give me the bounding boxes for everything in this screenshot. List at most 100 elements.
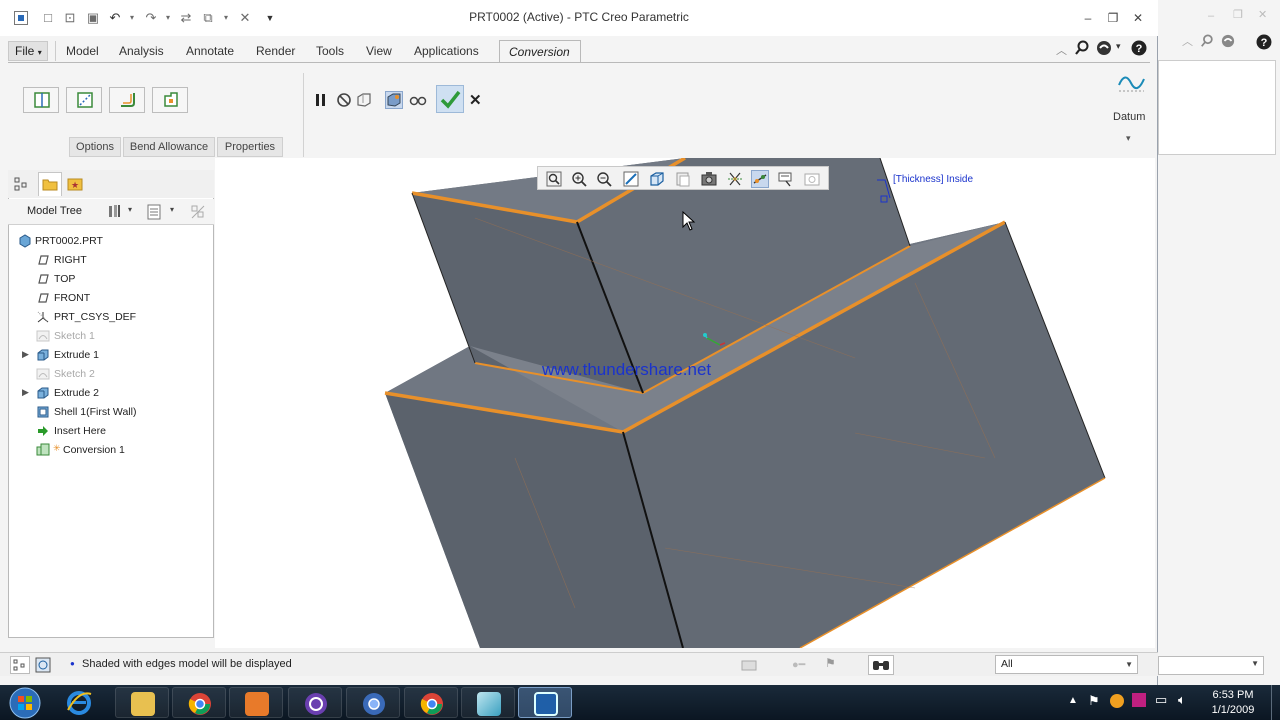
- bg-collapse-icon[interactable]: ︿: [1182, 33, 1193, 49]
- zoom-out-icon[interactable]: [595, 170, 613, 188]
- search-icon[interactable]: [1074, 40, 1090, 59]
- display-style-icon[interactable]: [648, 170, 666, 188]
- help-icon[interactable]: ?: [1131, 40, 1147, 59]
- collapse-ribbon-icon[interactable]: ︿: [1056, 42, 1067, 58]
- bg-minimize-icon[interactable]: ‒: [1208, 10, 1214, 22]
- preview-active-icon[interactable]: [385, 91, 403, 109]
- datum-display-icon[interactable]: [726, 170, 744, 188]
- bg-close-icon[interactable]: ✕: [1258, 8, 1267, 21]
- datum-dropdown-icon[interactable]: ▾: [1126, 133, 1131, 144]
- tab-tools[interactable]: Tools: [316, 44, 344, 58]
- maximize-button[interactable]: ❐: [1102, 9, 1124, 27]
- find-icon[interactable]: [868, 655, 894, 675]
- bg-restore-icon[interactable]: ❐: [1233, 8, 1243, 21]
- taskbar-chrome-2[interactable]: [346, 687, 400, 718]
- tree-item-csys[interactable]: PRT_CSYS_DEF: [9, 308, 213, 326]
- repaint-icon[interactable]: [622, 170, 640, 188]
- tab-model[interactable]: Model: [66, 44, 99, 58]
- close-button[interactable]: ✕: [1127, 9, 1149, 27]
- rip-connect-button[interactable]: [66, 87, 102, 113]
- network-icon[interactable]: ▭: [1155, 692, 1167, 708]
- model-tree-tab-icon[interactable]: [13, 176, 29, 195]
- selection-filter-select[interactable]: All ▼: [995, 655, 1138, 674]
- tree-item-shell-1[interactable]: Shell 1(First Wall): [9, 403, 213, 421]
- verify-icon[interactable]: [409, 91, 427, 109]
- tree-item-right[interactable]: RIGHT: [9, 251, 213, 269]
- navigator-toggle-icon[interactable]: [10, 656, 30, 674]
- browser-toggle-icon[interactable]: [34, 656, 54, 674]
- tree-item-front[interactable]: FRONT: [9, 289, 213, 307]
- preview-wireframe-icon[interactable]: [355, 91, 373, 109]
- volume-icon[interactable]: 🔈︎: [1178, 692, 1186, 708]
- zoom-in-icon[interactable]: [570, 170, 588, 188]
- folder-browser-tab-icon[interactable]: [38, 172, 62, 196]
- appearance-icon[interactable]: [803, 170, 821, 188]
- flag-icon[interactable]: ⚑: [825, 656, 836, 670]
- show-columns-icon[interactable]: [147, 204, 161, 223]
- pause-icon[interactable]: [312, 91, 330, 109]
- minimize-button[interactable]: ‒: [1077, 9, 1099, 27]
- tree-item-part[interactable]: PRT0002.PRT: [9, 232, 213, 250]
- tree-item-top[interactable]: TOP: [9, 270, 213, 288]
- subtab-options[interactable]: Options: [69, 137, 121, 157]
- corner-relief-button[interactable]: [152, 87, 188, 113]
- system-clock[interactable]: 6:53 PM 1/1/2009: [1200, 688, 1266, 718]
- no-preview-icon[interactable]: [335, 91, 353, 109]
- taskbar-chrome-3[interactable]: [404, 687, 458, 718]
- bend-button[interactable]: [109, 87, 145, 113]
- graphics-viewport[interactable]: [Thickness] Inside www.thundershare.net: [215, 158, 1155, 648]
- bg-community-icon[interactable]: [1221, 34, 1235, 51]
- community-dropdown-icon[interactable]: ▾: [1116, 41, 1121, 52]
- tree-item-conversion-1[interactable]: ✳ Conversion 1: [9, 441, 213, 459]
- thickness-annotation[interactable]: [Thickness] Inside: [893, 174, 973, 185]
- taskbar-chrome-1[interactable]: [172, 687, 226, 718]
- ok-button[interactable]: [436, 85, 464, 113]
- show-hidden-icons[interactable]: ▲: [1068, 695, 1078, 706]
- annotation-display-icon[interactable]: [777, 170, 795, 188]
- tree-settings-dropdown-icon[interactable]: ▾: [128, 205, 132, 214]
- tree-settings-icon[interactable]: [107, 203, 123, 222]
- tab-file[interactable]: File ▾: [8, 41, 48, 61]
- tab-render[interactable]: Render: [256, 44, 295, 58]
- start-button[interactable]: [8, 686, 44, 719]
- view-manager-icon[interactable]: [700, 170, 718, 188]
- tree-item-sketch-1[interactable]: Sketch 1: [9, 327, 213, 345]
- regenerate-status-icon[interactable]: [741, 658, 757, 675]
- bg-search-icon[interactable]: [1200, 34, 1214, 51]
- tray-app-icon[interactable]: [1110, 694, 1124, 708]
- favorites-tab-icon[interactable]: ★: [66, 175, 84, 196]
- tab-annotate[interactable]: Annotate: [186, 44, 234, 58]
- subtab-bend-allowance[interactable]: Bend Allowance: [123, 137, 215, 157]
- tree-item-insert-here[interactable]: Insert Here: [9, 422, 213, 440]
- bg-help-icon[interactable]: ?: [1256, 34, 1272, 53]
- tree-filter-icon[interactable]: [190, 204, 206, 223]
- expand-icon[interactable]: ▶: [22, 387, 29, 398]
- cancel-icon[interactable]: ✕: [469, 91, 482, 109]
- saved-orientations-icon[interactable]: [674, 170, 692, 188]
- community-icon[interactable]: [1096, 40, 1112, 59]
- tree-item-extrude-1[interactable]: ▶ Extrude 1: [9, 346, 213, 364]
- tree-item-sketch-2[interactable]: Sketch 2: [9, 365, 213, 383]
- taskbar-explorer[interactable]: [115, 687, 169, 718]
- taskbar-media[interactable]: [229, 687, 283, 718]
- tab-applications[interactable]: Applications: [414, 44, 479, 58]
- tray-app-icon-2[interactable]: [1132, 693, 1146, 707]
- tab-view[interactable]: View: [366, 44, 392, 58]
- show-dropdown-icon[interactable]: ▾: [170, 205, 174, 214]
- edge-rip-button[interactable]: [23, 87, 59, 113]
- expand-icon[interactable]: ▶: [22, 349, 29, 360]
- action-center-icon[interactable]: ⚑: [1088, 693, 1100, 709]
- tab-conversion[interactable]: Conversion: [499, 40, 581, 64]
- tree-item-extrude-2[interactable]: ▶ Extrude 2: [9, 384, 213, 402]
- datum-group[interactable]: Datum ▾: [1112, 69, 1152, 149]
- taskbar-torrent[interactable]: [288, 687, 342, 718]
- spin-center-icon[interactable]: [751, 170, 769, 188]
- show-desktop-button[interactable]: [1271, 685, 1280, 720]
- taskbar-creo[interactable]: [518, 687, 572, 718]
- bg-filter-select[interactable]: ▼: [1158, 656, 1264, 675]
- refit-icon[interactable]: [545, 170, 563, 188]
- taskbar-creo-launcher[interactable]: [461, 687, 515, 718]
- tab-analysis[interactable]: Analysis: [119, 44, 164, 58]
- subtab-properties[interactable]: Properties: [217, 137, 283, 157]
- internet-explorer-icon[interactable]: [64, 688, 94, 721]
